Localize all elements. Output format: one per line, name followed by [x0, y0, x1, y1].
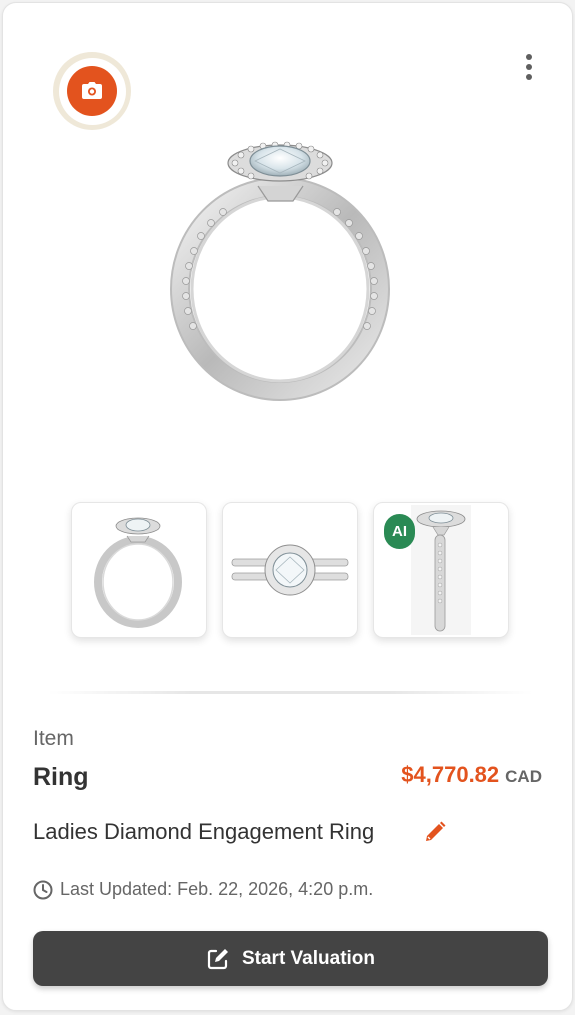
more-options-button[interactable]	[515, 49, 543, 85]
ring-side-view-image	[170, 141, 390, 401]
kebab-dot-icon	[526, 64, 532, 70]
edit-description-button[interactable]	[423, 820, 447, 844]
thumbnail-strip: AI	[71, 502, 509, 638]
last-updated: Last Updated: Feb. 22, 2026, 4:20 p.m.	[33, 879, 373, 900]
main-product-image	[163, 131, 403, 411]
ring-side-view-thumbnail	[94, 517, 182, 628]
item-description: Ladies Diamond Engagement Ring	[33, 819, 375, 844]
section-divider	[48, 691, 533, 694]
camera-icon	[82, 82, 102, 99]
item-name: Ring	[33, 763, 89, 791]
thumbnail-2[interactable]	[222, 502, 358, 638]
price-currency: CAD	[505, 767, 542, 786]
kebab-dot-icon	[526, 54, 532, 60]
clock-icon	[33, 880, 53, 899]
price: $4,770.82 CAD	[401, 762, 542, 788]
price-value: $4,770.82	[401, 762, 500, 787]
ring-profile-view-thumbnail	[411, 505, 471, 635]
start-valuation-button[interactable]: Start Valuation	[33, 931, 548, 986]
camera-button[interactable]	[53, 52, 131, 130]
edit-square-icon	[207, 948, 228, 969]
item-card: AI Item Ring $4,770.82 CAD Ladies Diamon…	[2, 2, 573, 1011]
item-label: Item	[33, 727, 74, 750]
start-valuation-label: Start Valuation	[241, 947, 376, 969]
ring-top-view-thumbnail	[231, 544, 349, 596]
pencil-icon	[426, 821, 446, 841]
kebab-dot-icon	[526, 74, 532, 80]
last-updated-text: Last Updated: Feb. 22, 2026, 4:20 p.m.	[60, 879, 374, 899]
thumbnail-3[interactable]: AI	[373, 502, 509, 638]
camera-button-core	[67, 66, 117, 116]
thumbnail-1[interactable]	[71, 502, 207, 638]
camera-button-ring	[58, 57, 126, 125]
ai-badge: AI	[384, 514, 415, 549]
